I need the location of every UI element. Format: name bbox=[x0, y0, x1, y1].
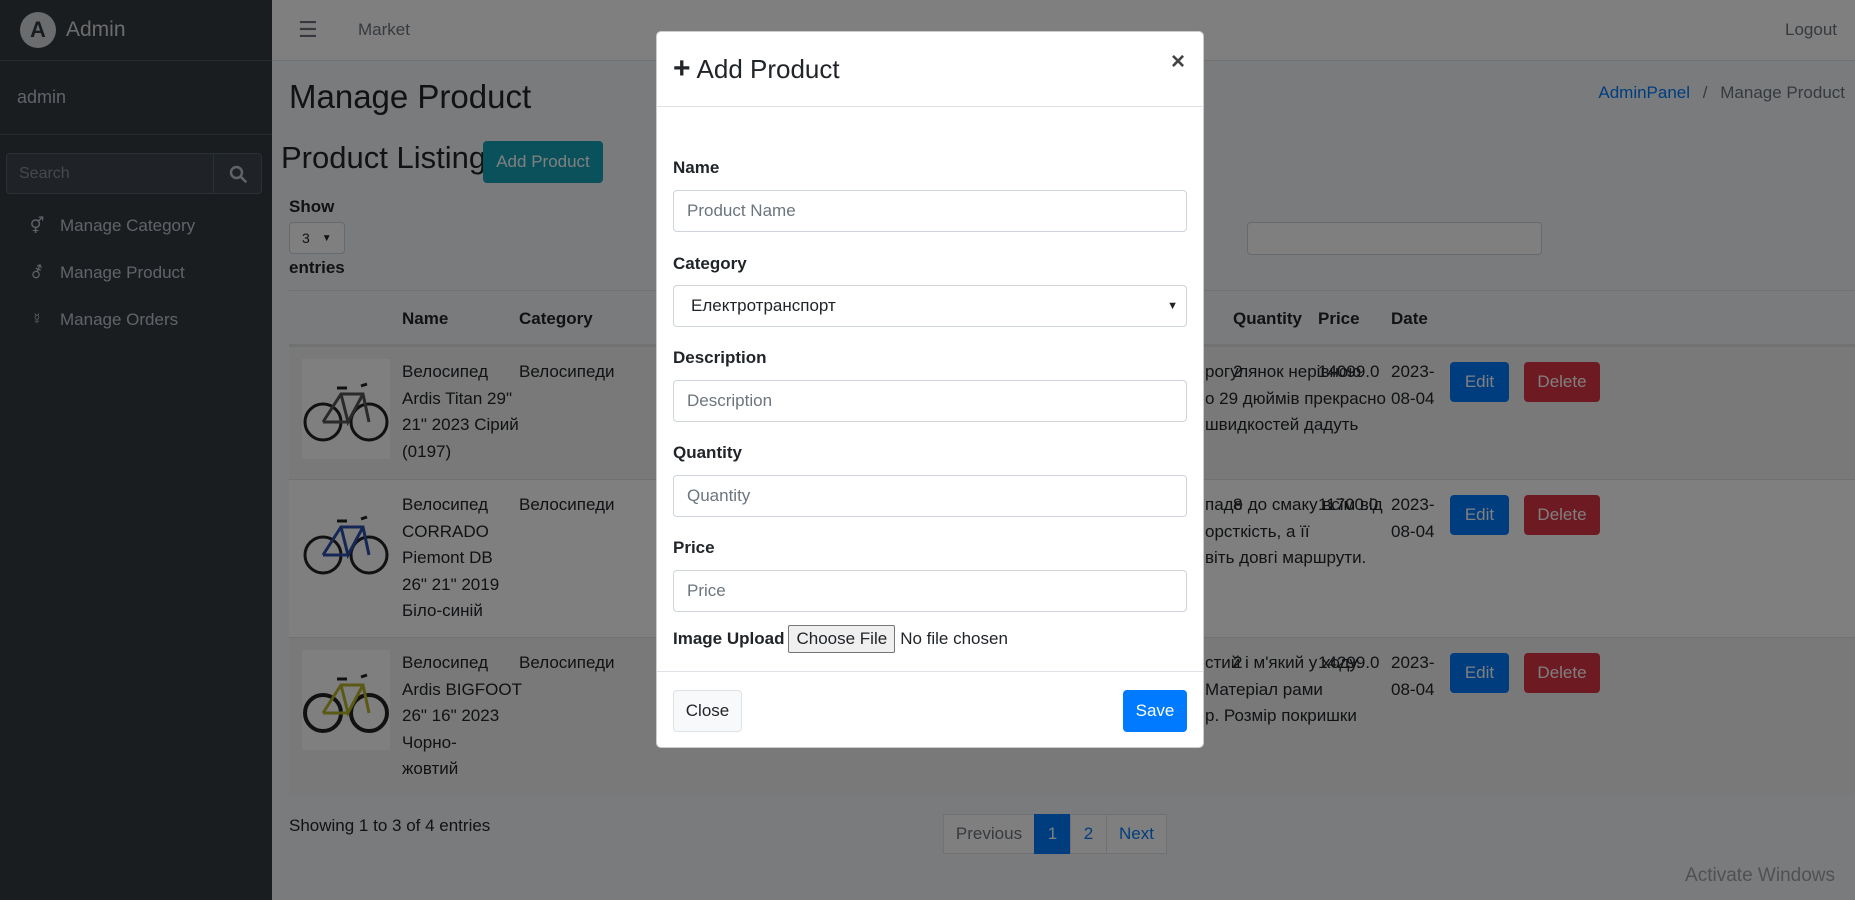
category-select-value: Електротранспорт bbox=[691, 296, 836, 315]
choose-file-button[interactable]: Choose File bbox=[788, 625, 896, 653]
price-input[interactable]: Price bbox=[673, 570, 1187, 612]
description-label: Description bbox=[673, 348, 767, 367]
close-icon[interactable]: × bbox=[1171, 48, 1185, 76]
image-upload-label: Image Upload bbox=[673, 629, 785, 648]
plus-icon: + bbox=[673, 52, 691, 85]
close-button[interactable]: Close bbox=[673, 690, 742, 732]
no-file-chosen-text: No file chosen bbox=[900, 629, 1008, 648]
image-upload-row: Image Upload Choose File No file chosen bbox=[673, 625, 1008, 653]
quantity-input[interactable]: Quantity bbox=[673, 475, 1187, 517]
modal-footer: Close Save bbox=[657, 671, 1203, 748]
add-product-modal: + Add Product × Name Product Name Catego… bbox=[656, 31, 1204, 748]
modal-header: + Add Product × bbox=[657, 32, 1203, 107]
quantity-placeholder: Quantity bbox=[687, 486, 751, 505]
activate-windows-watermark: Activate Windows bbox=[1685, 865, 1835, 886]
save-button[interactable]: Save bbox=[1123, 690, 1187, 732]
price-placeholder: Price bbox=[687, 581, 726, 600]
modal-title-text: Add Product bbox=[696, 53, 840, 84]
quantity-label: Quantity bbox=[673, 443, 742, 462]
name-label: Name bbox=[673, 158, 720, 177]
product-name-input[interactable]: Product Name bbox=[673, 190, 1187, 232]
price-label: Price bbox=[673, 538, 715, 557]
product-name-placeholder: Product Name bbox=[687, 201, 796, 220]
category-select[interactable]: Електротранспорт ▼ bbox=[673, 285, 1187, 327]
chevron-down-icon: ▼ bbox=[1167, 300, 1178, 312]
category-label: Category bbox=[673, 254, 747, 273]
modal-title: + Add Product bbox=[673, 54, 840, 85]
description-input[interactable]: Description bbox=[673, 380, 1187, 422]
description-placeholder: Description bbox=[687, 391, 773, 410]
